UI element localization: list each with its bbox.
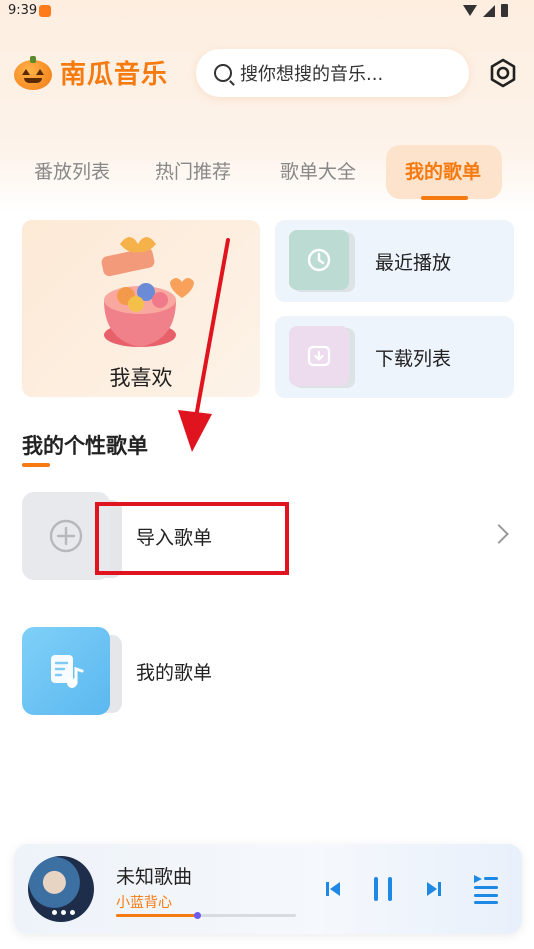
download-thumb: [289, 326, 349, 386]
chevron-right-icon: [489, 524, 509, 544]
tab-hot-recommend[interactable]: 热门推荐: [155, 157, 231, 184]
more-dots-icon[interactable]: [52, 910, 75, 915]
app-header: 南瓜音乐 搜你想搜的音乐...: [0, 44, 534, 106]
clock-icon: [307, 248, 331, 272]
previous-button[interactable]: [322, 874, 344, 904]
my-playlist-label: 我的歌单: [136, 662, 213, 684]
section-title: 我的个性歌单: [22, 434, 148, 458]
app-notification-icon: [39, 5, 51, 17]
status-indicators: [463, 4, 508, 17]
pause-icon: [374, 877, 392, 901]
section-title-underline: [22, 463, 50, 467]
search-icon: [214, 64, 232, 82]
battery-icon: [501, 4, 508, 17]
mini-player[interactable]: 未知歌曲 小蓝背心: [14, 844, 522, 934]
settings-button[interactable]: [486, 56, 520, 90]
queue-list-icon: [474, 875, 498, 904]
song-title: 未知歌曲: [116, 866, 193, 888]
status-time: 9:39: [8, 3, 38, 18]
settings-hex-icon: [490, 58, 516, 88]
add-circle-icon: [49, 519, 83, 553]
recent-played-label: 最近播放: [375, 252, 452, 274]
app-name: 南瓜音乐: [60, 60, 169, 90]
red-highlight-box: [95, 502, 289, 575]
search-bar[interactable]: 搜你想搜的音乐...: [196, 49, 469, 97]
download-list-card[interactable]: 下载列表: [275, 316, 514, 398]
my-playlist-thumb: [22, 627, 110, 715]
download-list-label: 下载列表: [375, 348, 452, 370]
pumpkin-icon: [14, 55, 52, 90]
music-note-document-icon: [51, 655, 84, 688]
skip-previous-icon: [326, 882, 340, 896]
my-playlist-row[interactable]: 我的歌单: [22, 627, 514, 717]
status-bar: 9:39: [0, 0, 534, 24]
next-button[interactable]: [423, 874, 445, 904]
app-logo: 南瓜音乐: [14, 54, 168, 91]
playlist-queue-button[interactable]: [472, 874, 500, 904]
song-artist: 小蓝背心: [116, 895, 172, 911]
download-box-icon: [307, 345, 331, 367]
progress-bar[interactable]: [116, 912, 296, 919]
tab-play-queue[interactable]: 番放列表: [34, 157, 110, 184]
tab-bar: 番放列表 热门推荐 歌单大全 我的歌单: [0, 145, 534, 205]
pause-button[interactable]: [370, 874, 396, 904]
active-tab-indicator: [421, 196, 468, 200]
progress-fill: [116, 914, 197, 917]
tab-playlist-library[interactable]: 歌单大全: [280, 157, 356, 184]
search-placeholder: 搜你想搜的音乐...: [240, 64, 384, 85]
recent-played-card[interactable]: 最近播放: [275, 220, 514, 302]
red-arrow-annotation: [178, 238, 230, 452]
wifi-icon: [463, 5, 477, 16]
skip-next-icon: [427, 882, 441, 896]
signal-icon: [483, 4, 495, 17]
progress-knob[interactable]: [194, 912, 201, 919]
tab-my-playlists[interactable]: 我的歌单: [405, 157, 481, 184]
recent-thumb: [289, 230, 349, 290]
